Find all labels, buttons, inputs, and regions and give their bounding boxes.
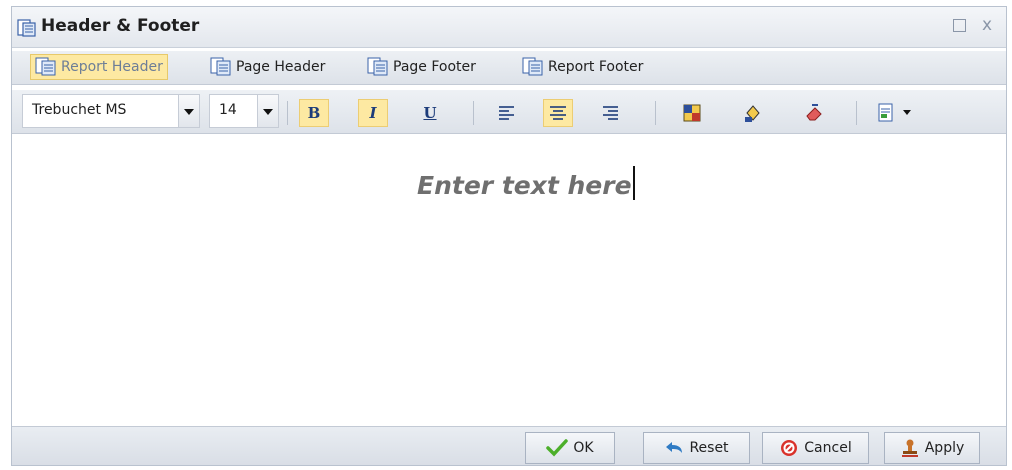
- apply-button[interactable]: Apply: [884, 432, 980, 464]
- insert-field-button[interactable]: [871, 99, 901, 127]
- checkmark-icon: [546, 439, 569, 457]
- toolbar-divider: [856, 101, 857, 125]
- bold-button[interactable]: B: [299, 99, 329, 127]
- text-caret: [632, 166, 635, 200]
- report-footer-icon: [522, 57, 543, 76]
- tab-page-header[interactable]: Page Header: [206, 54, 329, 80]
- header-footer-dialog: Header & Footer x Report Header Page Hea…: [11, 6, 1007, 466]
- bold-icon: B: [307, 104, 321, 122]
- font-family-select[interactable]: Trebuchet MS: [22, 94, 200, 128]
- ok-button[interactable]: OK: [525, 432, 615, 464]
- chevron-down-icon: [903, 110, 911, 115]
- eraser-icon: [806, 104, 822, 121]
- tab-label: Page Footer: [393, 59, 476, 75]
- clear-format-button[interactable]: [799, 99, 829, 127]
- background-color-button[interactable]: [738, 99, 768, 127]
- stamp-icon: [901, 439, 918, 457]
- toolbar-divider: [655, 101, 656, 125]
- font-size-select[interactable]: 14: [209, 94, 279, 128]
- button-bar: OK Reset Cancel Apply: [12, 426, 1006, 465]
- dialog-title: Header & Footer: [41, 16, 200, 36]
- italic-button[interactable]: I: [358, 99, 388, 127]
- apply-label: Apply: [924, 440, 965, 456]
- tab-label: Page Header: [236, 59, 326, 75]
- insert-field-icon: [878, 103, 893, 122]
- italic-icon: I: [369, 104, 377, 122]
- page-header-icon: [210, 57, 231, 76]
- align-left-icon: [499, 106, 514, 120]
- font-size-value: 14: [219, 102, 237, 118]
- cancel-icon: [781, 440, 798, 456]
- tab-label: Report Header: [61, 59, 163, 75]
- font-color-button[interactable]: [677, 99, 707, 127]
- align-right-button[interactable]: [595, 99, 625, 127]
- align-right-icon: [603, 106, 618, 120]
- font-color-icon: [683, 104, 701, 122]
- maximize-button[interactable]: [953, 19, 966, 32]
- tab-report-header[interactable]: Report Header: [30, 54, 168, 80]
- align-center-button[interactable]: [543, 99, 573, 127]
- editor-content[interactable]: Enter text here: [417, 166, 635, 200]
- title-bar[interactable]: Header & Footer x: [12, 7, 1006, 48]
- tab-label: Report Footer: [548, 59, 644, 75]
- chevron-down-icon[interactable]: [178, 95, 199, 127]
- toolbar-divider: [287, 101, 288, 125]
- format-toolbar: Trebuchet MS 14 B I U: [12, 90, 1006, 134]
- page-footer-icon: [367, 57, 388, 76]
- report-header-icon: [35, 57, 56, 76]
- paint-bucket-icon: [745, 105, 760, 122]
- text-editor[interactable]: Enter text here: [12, 134, 1006, 425]
- font-family-value: Trebuchet MS: [32, 102, 127, 118]
- close-button[interactable]: x: [982, 15, 992, 35]
- cancel-button[interactable]: Cancel: [762, 432, 869, 464]
- header-footer-icon: [17, 18, 37, 42]
- chevron-down-icon[interactable]: [257, 95, 278, 127]
- editor-text: Enter text here: [417, 171, 632, 200]
- underline-icon: U: [423, 104, 437, 122]
- align-left-button[interactable]: [492, 99, 522, 127]
- insert-field-dropdown[interactable]: [899, 99, 915, 127]
- align-center-icon: [550, 106, 566, 120]
- undo-arrow-icon: [666, 442, 683, 453]
- reset-label: Reset: [689, 440, 729, 456]
- underline-button[interactable]: U: [415, 99, 445, 127]
- tab-bar: Report Header Page Header Page Footer Re…: [12, 51, 1006, 85]
- ok-label: OK: [573, 440, 594, 456]
- cancel-label: Cancel: [804, 440, 852, 456]
- toolbar-divider: [473, 101, 474, 125]
- tab-page-footer[interactable]: Page Footer: [363, 54, 480, 80]
- reset-button[interactable]: Reset: [643, 432, 750, 464]
- tab-report-footer[interactable]: Report Footer: [518, 54, 647, 80]
